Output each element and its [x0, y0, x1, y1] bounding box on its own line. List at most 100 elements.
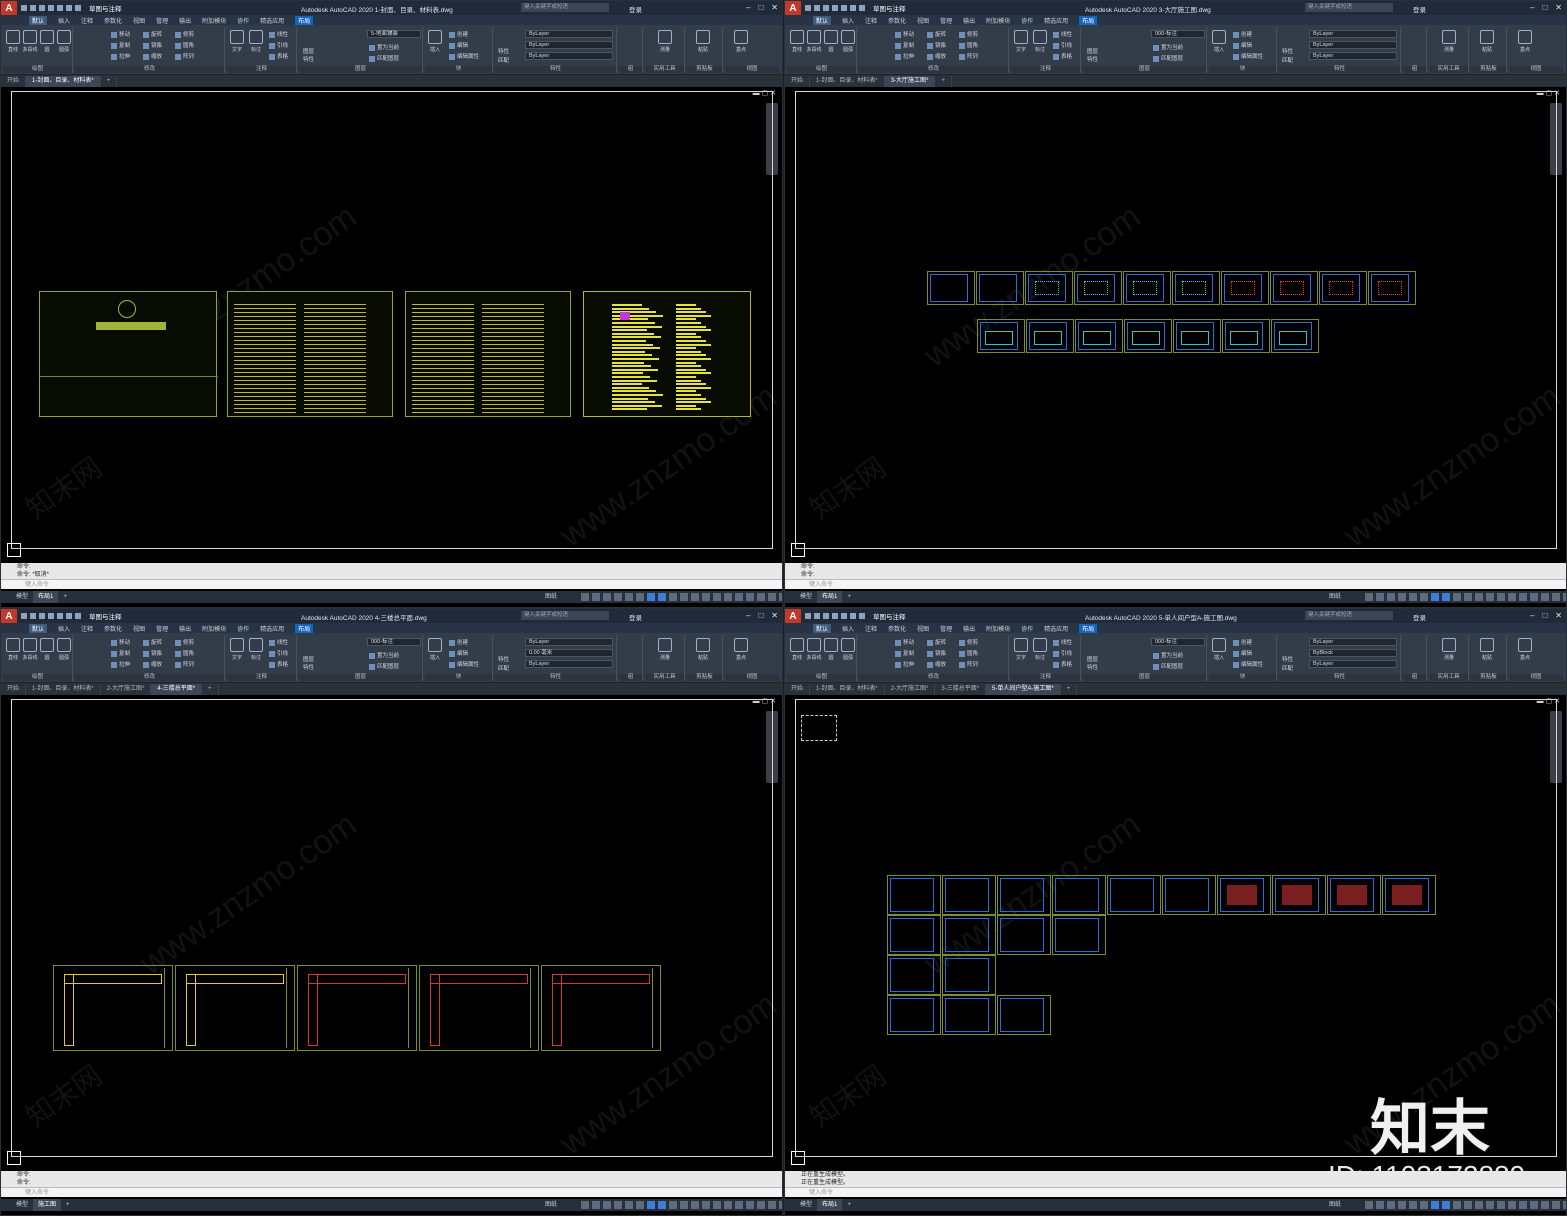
property-dropdown[interactable]: ByLayer — [525, 41, 613, 49]
new-icon[interactable] — [805, 5, 811, 11]
modify-tool-button[interactable]: 镜像 — [927, 649, 946, 657]
modify-tool-button[interactable]: 拉伸 — [895, 660, 914, 668]
paper-space-label[interactable]: 图纸 — [1324, 1199, 1346, 1211]
open-icon[interactable] — [814, 613, 820, 619]
block-small-button[interactable]: 编辑属性 — [1233, 52, 1263, 60]
status-toggle-icon[interactable] — [614, 593, 622, 601]
property-dropdown[interactable]: ByLayer — [1309, 30, 1397, 38]
autocad-logo-button[interactable]: A — [1, 609, 17, 623]
status-toggle-icon[interactable] — [1442, 593, 1450, 601]
drawing-thumbnail[interactable] — [1270, 271, 1318, 305]
file-tab[interactable]: 1-封面、目录、材料表* — [26, 684, 101, 695]
draw-tool-button[interactable]: 直线 — [5, 638, 21, 661]
ribbon-tab[interactable]: 管理 — [156, 16, 168, 25]
status-toggle-icon[interactable] — [1464, 1201, 1472, 1209]
drawing-thumbnail[interactable] — [1173, 319, 1221, 353]
property-dropdown[interactable]: ByLayer — [525, 660, 613, 668]
annotation-small-button[interactable]: 线性 — [1053, 30, 1072, 38]
status-toggle-icon[interactable] — [1519, 593, 1527, 601]
modify-tool-button[interactable]: 复制 — [111, 41, 130, 49]
status-toggle-icon[interactable] — [735, 593, 743, 601]
layer-small-button[interactable]: 置为当前 — [369, 651, 399, 659]
file-tab[interactable]: 2-大厅施工图* — [101, 684, 152, 695]
drawing-thumbnail[interactable] — [1052, 875, 1106, 915]
annotation-small-button[interactable]: 引线 — [1053, 41, 1072, 49]
layer-small-button[interactable]: 匹配图层 — [1153, 54, 1183, 62]
block-small-button[interactable]: 编辑 — [1233, 649, 1252, 657]
save-icon[interactable] — [39, 5, 45, 11]
draw-tool-button[interactable]: 圆 — [39, 30, 55, 53]
ribbon-tab[interactable]: 插入 — [58, 16, 70, 25]
annotation-tool-button[interactable]: 文字 — [1013, 30, 1029, 53]
drawing-thumbnail[interactable] — [1026, 319, 1074, 353]
ribbon-tab[interactable]: 输出 — [179, 16, 191, 25]
ribbon-tab[interactable]: 布局 — [295, 15, 314, 25]
drawing-thumbnail[interactable] — [1319, 271, 1367, 305]
status-toggle-icon[interactable] — [1376, 1201, 1384, 1209]
ribbon-tab[interactable]: 视图 — [133, 624, 145, 633]
layer-tool-label[interactable]: 特性 — [1087, 55, 1098, 63]
status-toggle-icon[interactable] — [724, 593, 732, 601]
status-toggle-icon[interactable] — [1398, 1201, 1406, 1209]
drawing-thumbnail[interactable] — [997, 875, 1051, 915]
status-toggle-icon[interactable] — [1365, 1201, 1373, 1209]
ribbon-tab[interactable]: 协作 — [237, 624, 249, 633]
layer-dropdown[interactable]: 000-标注 — [1151, 638, 1205, 646]
modify-tool-button[interactable]: 修剪 — [175, 638, 194, 646]
open-icon[interactable] — [30, 5, 36, 11]
measure-button[interactable]: 测量 — [657, 30, 673, 53]
layer-tool-label[interactable]: 特性 — [1087, 663, 1098, 671]
modify-tool-button[interactable]: 阵列 — [175, 660, 194, 668]
status-toggle-icon[interactable] — [625, 1201, 633, 1209]
maximize-icon[interactable]: □ — [1542, 3, 1547, 12]
print-icon[interactable] — [57, 5, 63, 11]
file-tab[interactable]: 1-封面、目录、材料表* — [810, 76, 885, 87]
status-toggle-icon[interactable] — [1365, 593, 1373, 601]
status-toggle-icon[interactable] — [1519, 1201, 1527, 1209]
add-layout-plus-icon[interactable]: + — [61, 1199, 75, 1211]
modify-tool-button[interactable]: 阵列 — [959, 660, 978, 668]
ribbon-tab[interactable]: 插入 — [58, 624, 70, 633]
status-toggle-icon[interactable] — [724, 1201, 732, 1209]
annotation-small-button[interactable]: 表格 — [269, 52, 288, 60]
modify-tool-button[interactable]: 圆角 — [959, 649, 978, 657]
floor-plan-sheet[interactable] — [53, 965, 173, 1051]
ribbon-tab[interactable]: 视图 — [917, 624, 929, 633]
drawing-thumbnail[interactable] — [942, 875, 996, 915]
drawing-canvas[interactable]: ▬ ▢ ✕ www.znzmo.com www.znzmo.com 知末网 — [785, 87, 1566, 563]
draw-tool-button[interactable]: 圆弧 — [56, 30, 72, 53]
drawing-thumbnail[interactable] — [1075, 319, 1123, 353]
annotation-small-button[interactable]: 线性 — [269, 638, 288, 646]
basepoint-button[interactable]: 基点 — [1517, 30, 1533, 53]
undo-icon[interactable] — [850, 5, 856, 11]
status-toggle-icon[interactable] — [1475, 1201, 1483, 1209]
drawing-thumbnail[interactable] — [1327, 875, 1381, 915]
status-toggle-icon[interactable] — [1541, 593, 1549, 601]
drawing-thumbnail[interactable] — [887, 875, 941, 915]
status-toggle-icon[interactable] — [680, 593, 688, 601]
measure-button[interactable]: 测量 — [1441, 638, 1457, 661]
layer-dropdown[interactable]: 000-标注 — [367, 638, 421, 646]
close-icon[interactable]: ✕ — [771, 3, 778, 12]
status-toggle-icon[interactable] — [614, 1201, 622, 1209]
modify-tool-button[interactable]: 缩放 — [143, 52, 162, 60]
elevation-thumbnail[interactable] — [997, 915, 1051, 955]
redo-icon[interactable] — [75, 5, 81, 11]
paper-space-label[interactable]: 图纸 — [1324, 591, 1346, 603]
ribbon-tab[interactable]: 精选应用 — [1044, 624, 1068, 633]
paste-button[interactable]: 粘贴 — [1479, 638, 1495, 661]
modify-tool-button[interactable]: 修剪 — [959, 638, 978, 646]
modify-tool-button[interactable]: 移动 — [895, 638, 914, 646]
ribbon-tab[interactable]: 精选应用 — [260, 624, 284, 633]
layer-tool-label[interactable]: 特性 — [303, 663, 314, 671]
status-toggle-icon[interactable] — [1552, 1201, 1560, 1209]
ribbon-tab[interactable]: 默认 — [813, 623, 832, 633]
undo-icon[interactable] — [66, 5, 72, 11]
layer-small-button[interactable]: 匹配图层 — [369, 54, 399, 62]
modify-tool-button[interactable]: 圆角 — [175, 41, 194, 49]
status-toggle-icon[interactable] — [647, 1201, 655, 1209]
close-icon[interactable]: ✕ — [771, 611, 778, 620]
status-toggle-icon[interactable] — [1508, 593, 1516, 601]
redo-icon[interactable] — [75, 613, 81, 619]
block-small-button[interactable]: 创建 — [1233, 30, 1252, 38]
